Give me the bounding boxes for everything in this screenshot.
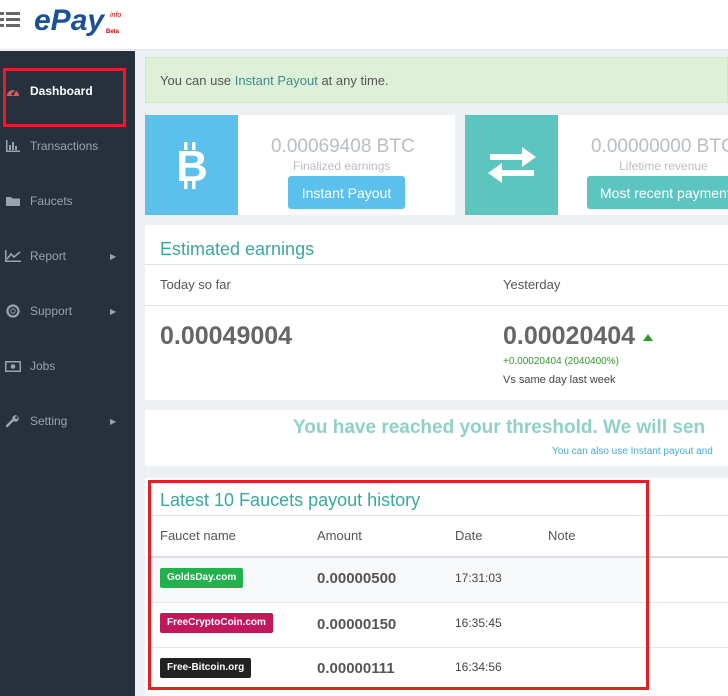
dashboard-icon	[5, 84, 21, 98]
bar-chart-icon	[5, 139, 21, 153]
alert-highlight: Instant Payout	[234, 73, 318, 88]
alert-text-suffix: at any time.	[317, 73, 389, 88]
yesterday-value: 0.00020404	[503, 322, 636, 350]
exchange-icon	[465, 115, 558, 215]
money-icon	[5, 359, 21, 373]
column-header-note: Note	[548, 528, 576, 543]
sidebar-item-label: Faucets	[30, 194, 73, 208]
logo-beta: Beta	[106, 29, 120, 35]
sidebar-item-faucets[interactable]: Faucets	[0, 181, 135, 221]
change-value: +0.00020404 (2040400%)	[503, 356, 619, 367]
faucet-badge[interactable]: FreeCryptoCoin.com	[160, 613, 273, 633]
alert-text: You can use	[160, 73, 235, 88]
sidebar-item-label: Jobs	[30, 359, 56, 373]
sidebar-item-jobs[interactable]: Jobs	[0, 346, 135, 386]
menu-toggle-icon[interactable]	[0, 12, 20, 30]
date-cell: 16:35:45	[455, 616, 502, 630]
amount-cell: 0.00000150	[317, 616, 397, 633]
today-label: Today so far	[160, 277, 231, 292]
sidebar-item-transactions[interactable]: Transactions	[0, 126, 135, 166]
sidebar: Dashboard Transactions Faucets Report ▶ …	[0, 51, 135, 696]
panel-title: Latest 10 Faucets payout history	[160, 490, 421, 510]
chevron-right-icon: ▶	[110, 416, 117, 426]
stat-value: 0.00069408 BTC	[271, 136, 415, 157]
chevron-right-icon: ▶	[110, 306, 117, 316]
sidebar-item-setting[interactable]: Setting ▶	[0, 401, 135, 441]
comparison-label: Vs same day last week	[503, 374, 616, 386]
logo-info: info	[110, 12, 122, 19]
divider	[145, 264, 728, 265]
date-cell: 16:34:56	[455, 660, 502, 674]
logo[interactable]: ePay info Beta	[34, 4, 121, 44]
sidebar-item-label: Setting	[30, 414, 68, 428]
estimated-earnings-panel: Estimated earnings	[145, 225, 728, 400]
date-cell: 17:31:03	[455, 571, 502, 585]
stat-card-lifetime: 0.00000000 BTC Lifetime revenue Most rec…	[465, 115, 728, 215]
sidebar-item-label: Dashboard	[30, 84, 93, 98]
threshold-subtext: You can also use Instant payout and	[552, 446, 713, 457]
column-header-date: Date	[455, 528, 483, 543]
instant-payout-button[interactable]: Instant Payout	[288, 176, 405, 209]
stat-sublabel: Finalized earnings	[293, 159, 391, 173]
divider	[145, 305, 728, 306]
yesterday-label: Yesterday	[503, 277, 561, 292]
stat-value: 0.00000000 BTC	[591, 136, 728, 157]
logo-text: ePay	[34, 4, 105, 37]
folder-icon	[5, 194, 21, 208]
stat-sublabel: Lifetime revenue	[619, 159, 708, 173]
arrow-up-icon	[643, 334, 653, 341]
amount-cell: 0.00000500	[317, 570, 397, 587]
today-value: 0.00049004	[160, 322, 293, 350]
sidebar-item-label: Transactions	[30, 139, 99, 153]
sidebar-item-report[interactable]: Report ▶	[0, 236, 135, 276]
threshold-message: You have reached your threshold. We will…	[293, 417, 706, 438]
sidebar-item-support[interactable]: Support ▶	[0, 291, 135, 331]
line-chart-icon	[5, 249, 21, 263]
chevron-right-icon: ▶	[110, 251, 117, 261]
sidebar-item-label: Report	[30, 249, 67, 263]
amount-cell: 0.00000111	[317, 660, 395, 677]
panel-title: Estimated earnings	[160, 239, 315, 259]
top-header: ePay info Beta	[0, 0, 728, 50]
divider	[148, 515, 728, 516]
column-header-amount: Amount	[317, 528, 362, 543]
stat-card-finalized: B 0.00069408 BTC Finalized earnings Inst…	[145, 115, 455, 215]
faucet-badge[interactable]: GoldsDay.com	[160, 568, 244, 588]
sidebar-item-dashboard[interactable]: Dashboard	[0, 71, 135, 111]
sidebar-item-label: Support	[30, 304, 73, 318]
bitcoin-icon: B	[145, 115, 238, 215]
info-alert: You can use Instant Payout at any time.	[145, 57, 728, 103]
wrench-icon	[5, 414, 21, 428]
lifebuoy-icon	[5, 304, 21, 318]
most-recent-payments-button[interactable]: Most recent payments	[587, 176, 728, 209]
faucet-badge[interactable]: Free-Bitcoin.org	[160, 658, 252, 678]
column-header-faucet: Faucet name	[160, 528, 236, 543]
